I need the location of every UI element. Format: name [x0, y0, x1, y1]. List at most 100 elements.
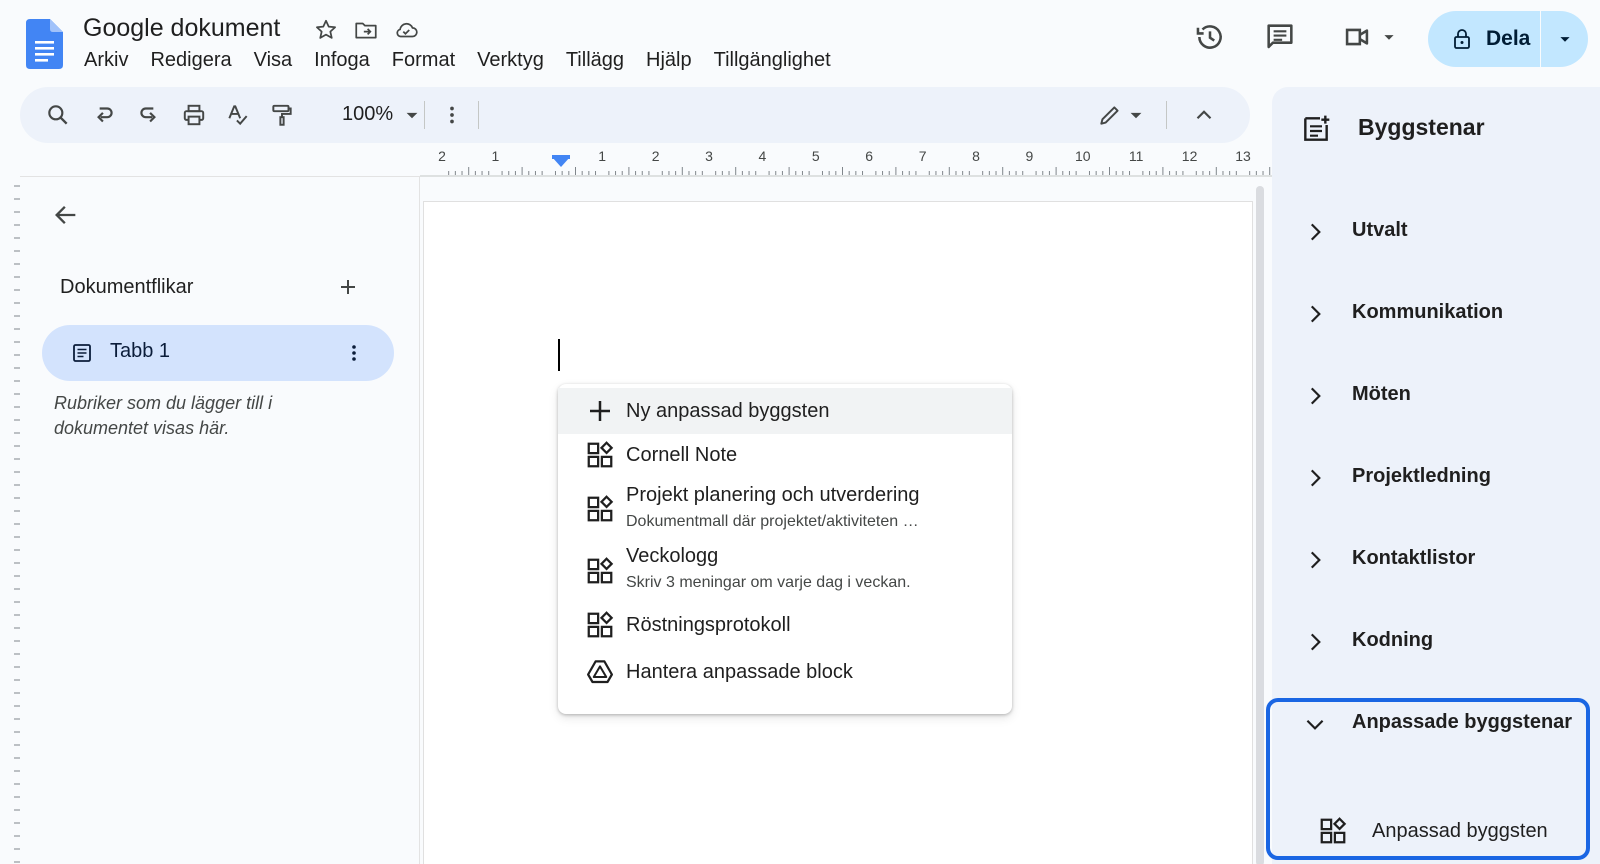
tabs-heading: Dokumentflikar [60, 276, 194, 298]
print-icon [183, 104, 205, 126]
add-tab-button[interactable] [336, 275, 360, 299]
chevron-down-icon [406, 112, 418, 119]
manage-custom-blocks-item[interactable]: Hantera anpassade block [558, 650, 1012, 696]
chevron-right-icon [1310, 223, 1321, 241]
menu-hjalp[interactable]: Hjälp [635, 46, 703, 75]
menu-visa[interactable]: Visa [243, 46, 304, 75]
paint-format-button[interactable] [268, 101, 296, 129]
building-blocks-doc-icon [1304, 115, 1330, 141]
docs-logo-icon[interactable] [26, 19, 63, 69]
ruler-label: 13 [1235, 148, 1251, 164]
chevron-right-icon [1310, 469, 1321, 487]
category-kontaktlistor[interactable]: Kontaktlistor [1302, 539, 1592, 579]
chevron-right-icon [1310, 387, 1321, 405]
ruler-label: 10 [1075, 148, 1091, 164]
version-history-icon[interactable] [1193, 20, 1227, 59]
redo-button[interactable] [135, 101, 163, 129]
ruler-label: 3 [705, 148, 713, 164]
document-tab-icon [73, 344, 91, 362]
toolbar: 100% [20, 87, 1250, 143]
building-block-icon [587, 557, 614, 584]
menu-infoga[interactable]: Infoga [303, 46, 381, 75]
print-button[interactable] [180, 101, 208, 129]
undo-button[interactable] [90, 101, 118, 129]
category-utvalt[interactable]: Utvalt [1302, 211, 1592, 251]
tab-more-options-icon[interactable] [342, 340, 366, 366]
menu-redigera[interactable]: Redigera [139, 46, 242, 75]
menu-format[interactable]: Format [381, 46, 466, 75]
sidepanel-title: Byggstenar [1358, 114, 1485, 140]
share-button[interactable]: Dela [1428, 11, 1540, 67]
document-tabs-panel: Dokumentflikar Tabb 1 Rubriker som du lä… [20, 176, 420, 864]
scrollbar[interactable] [1256, 186, 1264, 864]
editing-mode-dropdown[interactable] [1122, 101, 1150, 129]
building-block-icon [587, 441, 614, 468]
ruler-label: 11 [1129, 148, 1144, 164]
block-item-veckologg[interactable]: Veckologg Skriv 3 meningar om varje dag … [558, 542, 1012, 602]
text-cursor [558, 339, 560, 371]
spellcheck-icon [228, 105, 248, 126]
ruler-label: 2 [652, 148, 660, 164]
hide-menus-button[interactable] [1190, 101, 1218, 129]
building-block-icon [1320, 817, 1347, 844]
ruler-label: 2 [438, 148, 446, 164]
search-menus-button[interactable] [44, 101, 72, 129]
category-kodning[interactable]: Kodning [1302, 621, 1592, 661]
lock-icon [1454, 29, 1470, 49]
zoom-select-value[interactable]: 100% [342, 103, 393, 126]
category-projektledning[interactable]: Projektledning [1302, 457, 1592, 497]
category-kommunikation[interactable]: Kommunikation [1302, 293, 1592, 333]
share-dropdown-button[interactable] [1541, 11, 1588, 67]
category-moten[interactable]: Möten [1302, 375, 1592, 415]
menu-arkiv[interactable]: Arkiv [73, 46, 139, 75]
menu-verktyg[interactable]: Verktyg [466, 46, 555, 75]
move-to-folder-icon[interactable] [353, 17, 379, 43]
zoom-dropdown[interactable] [398, 101, 426, 129]
spelling-check-button[interactable] [224, 101, 252, 129]
undo-icon [97, 107, 113, 123]
ruler-label: 8 [972, 148, 980, 164]
outline-hint-text: Rubriker som du lägger till i dokumentet… [54, 393, 273, 438]
ruler-label: 5 [812, 148, 820, 164]
chevron-right-icon [1310, 633, 1321, 651]
ruler-label: 1 [492, 148, 500, 164]
block-item-rostningsprotokoll[interactable]: Röstningsprotokoll [558, 604, 1012, 648]
menu-tillganglighet[interactable]: Tillgänglighet [703, 46, 842, 75]
horizontal-ruler[interactable]: 2 1 1 2 3 4 5 6 7 8 9 10 11 12 13 [420, 147, 1275, 177]
chevron-down-icon [1130, 112, 1142, 119]
block-item-cornell-note[interactable]: Cornell Note [558, 434, 1012, 478]
close-outline-button[interactable] [52, 201, 80, 229]
ruler-label: 7 [919, 148, 927, 164]
more-options-button[interactable] [438, 101, 466, 129]
more-vert-icon [450, 106, 454, 124]
chevron-up-icon [1196, 110, 1212, 120]
menu-tillagg[interactable]: Tillägg [555, 46, 635, 75]
chevron-right-icon [1310, 551, 1321, 569]
document-title[interactable]: Google dokument [83, 14, 280, 43]
block-item-projekt-planering[interactable]: Projekt planering och utverdering Dokume… [558, 480, 1012, 540]
paint-format-icon [272, 104, 292, 126]
ruler-label: 12 [1182, 148, 1198, 164]
comments-icon[interactable] [1263, 20, 1297, 59]
tab-item-tabb-1[interactable]: Tabb 1 [42, 325, 394, 381]
star-icon[interactable] [313, 17, 339, 43]
share-label: Dela [1486, 27, 1531, 50]
ruler-label: 4 [759, 148, 767, 164]
cloud-status-icon[interactable] [393, 17, 419, 43]
new-custom-block-item[interactable]: Ny anpassad byggsten [558, 388, 1012, 434]
plus-icon [341, 280, 355, 294]
menu-bar: Arkiv Redigera Visa Infoga Format Verkty… [73, 46, 842, 75]
ruler-label: 6 [865, 148, 873, 164]
meet-button[interactable] [1340, 20, 1400, 54]
chevron-down-icon [1559, 37, 1570, 42]
pencil-icon [1100, 106, 1119, 125]
redo-icon [140, 107, 156, 123]
vertical-ruler [14, 176, 22, 864]
chevron-right-icon [1310, 305, 1321, 323]
plus-icon [590, 401, 610, 421]
tab-label: Tabb 1 [110, 340, 171, 362]
editing-mode-button[interactable] [1096, 101, 1124, 129]
building-blocks-menu: Ny anpassad byggsten Cornell Note Projek… [558, 384, 1012, 714]
share-button-group: Dela [1428, 11, 1588, 67]
building-block-icon [587, 495, 614, 522]
